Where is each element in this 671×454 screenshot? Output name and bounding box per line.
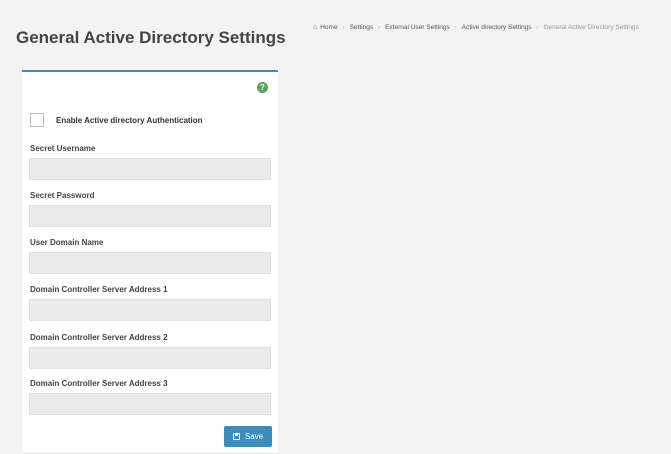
user-domain-name-input[interactable] bbox=[29, 252, 271, 274]
secret-password-input[interactable] bbox=[29, 205, 271, 227]
dc-server-address-2-label: Domain Controller Server Address 2 bbox=[30, 333, 168, 342]
dc-server-address-3-label: Domain Controller Server Address 3 bbox=[30, 379, 168, 388]
breadcrumb-active-directory-settings[interactable]: Active directory Settings bbox=[462, 24, 532, 31]
breadcrumb-separator: › bbox=[378, 24, 381, 31]
floppy-disk-icon bbox=[232, 433, 240, 440]
breadcrumb-separator: › bbox=[342, 24, 345, 31]
enable-ad-auth-row[interactable]: Enable Active directory Authentication bbox=[30, 113, 203, 127]
breadcrumb-home[interactable]: Home bbox=[320, 24, 337, 31]
settings-panel: ? Enable Active directory Authentication… bbox=[22, 70, 278, 453]
secret-username-label: Secret Username bbox=[30, 144, 96, 153]
dc-server-address-1-input[interactable] bbox=[29, 299, 271, 321]
page-title: General Active Directory Settings bbox=[16, 28, 286, 47]
breadcrumb-current: General Active Directory Settings bbox=[543, 24, 639, 31]
dc-server-address-1-label: Domain Controller Server Address 1 bbox=[30, 285, 168, 294]
breadcrumb-separator: › bbox=[454, 24, 457, 31]
save-button-label: Save bbox=[244, 432, 264, 441]
dc-server-address-2-input[interactable] bbox=[29, 347, 271, 369]
breadcrumb: ⌂ Home › Settings › External User Settin… bbox=[313, 24, 639, 31]
secret-username-input[interactable] bbox=[29, 158, 271, 180]
secret-password-label: Secret Password bbox=[30, 191, 95, 200]
breadcrumb-external-user-settings[interactable]: External User Settings bbox=[385, 24, 450, 31]
breadcrumb-separator: › bbox=[536, 24, 539, 31]
page: General Active Directory Settings ⌂ Home… bbox=[0, 0, 671, 454]
question-circle-icon[interactable]: ? bbox=[257, 82, 268, 93]
home-icon: ⌂ bbox=[313, 24, 318, 31]
user-domain-name-label: User Domain Name bbox=[30, 238, 104, 247]
enable-ad-auth-checkbox[interactable] bbox=[30, 113, 44, 127]
dc-server-address-3-input[interactable] bbox=[29, 393, 271, 415]
breadcrumb-settings[interactable]: Settings bbox=[350, 24, 374, 31]
enable-ad-auth-label[interactable]: Enable Active directory Authentication bbox=[56, 116, 203, 125]
save-button[interactable]: Save bbox=[224, 426, 272, 447]
